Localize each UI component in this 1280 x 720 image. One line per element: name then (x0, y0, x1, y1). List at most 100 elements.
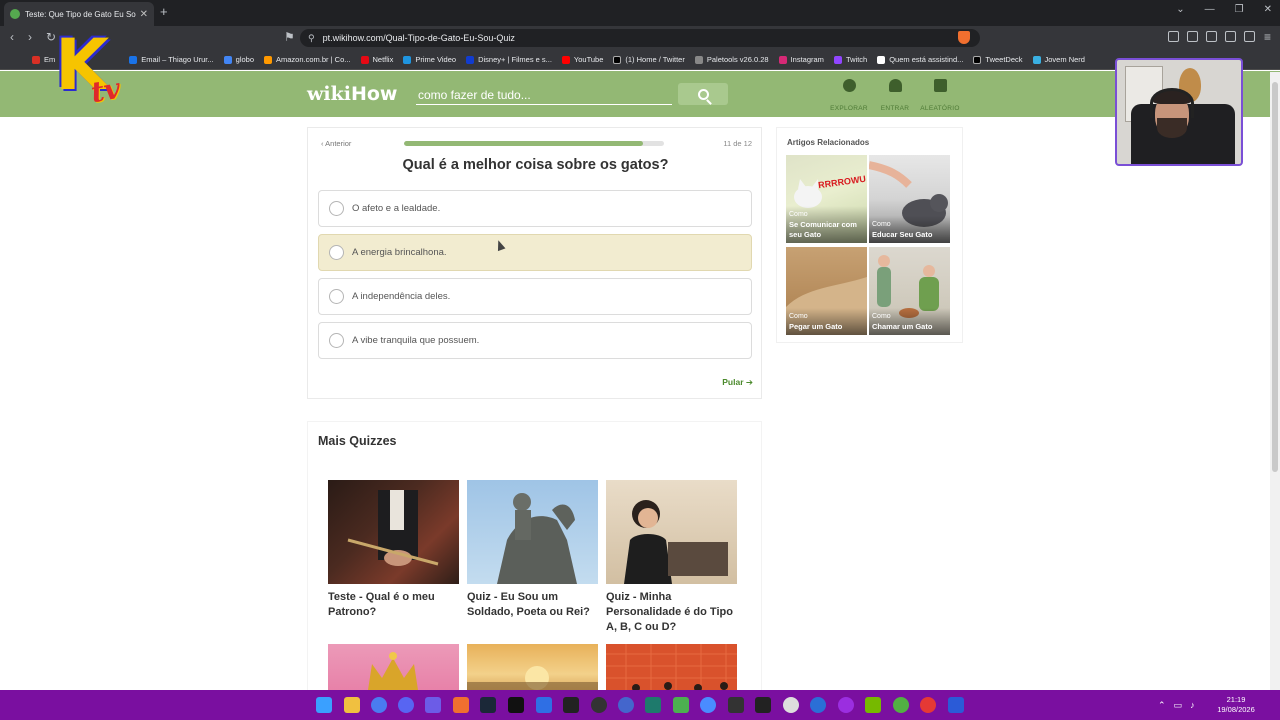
nvidia-icon[interactable] (865, 697, 881, 713)
app-icon[interactable] (810, 697, 826, 713)
vpn-icon[interactable] (1244, 31, 1255, 42)
taskbar-clock[interactable]: 21:19 19/08/2026 (1212, 695, 1260, 715)
scrollbar-thumb[interactable] (1272, 82, 1278, 472)
wikihow-logo[interactable]: wikiHow (307, 83, 397, 105)
app-icon[interactable] (728, 697, 744, 713)
bookmark-item[interactable]: Amazon.com.br | Co... (264, 55, 351, 64)
start-icon[interactable] (316, 697, 332, 713)
site-info-icon[interactable]: ⚲ (308, 33, 315, 44)
app-icon[interactable] (838, 697, 854, 713)
obs-icon[interactable] (591, 697, 607, 713)
nav-entrar[interactable]: ENTRAR (870, 79, 920, 115)
radio-button[interactable] (329, 245, 344, 260)
bookmark-icon[interactable]: ⚑ (284, 30, 295, 44)
quiz-card-link[interactable]: Quiz - Eu Sou um Soldado, Poeta ou Rei? (467, 480, 598, 620)
forward-icon[interactable]: › (28, 30, 32, 44)
new-tab-icon[interactable]: + (160, 4, 168, 19)
file-explorer-icon[interactable] (344, 697, 360, 713)
related-article-card[interactable]: Como Educar Seu Gato (869, 155, 950, 243)
quiz-option[interactable]: A energia brincalhona. (318, 234, 752, 271)
radio-button[interactable] (329, 333, 344, 348)
app-icon[interactable] (618, 697, 634, 713)
address-bar[interactable]: ⚲ pt.wikihow.com/Qual-Tipo-de-Gato-Eu-So… (300, 29, 980, 47)
app-icon[interactable] (920, 697, 936, 713)
search-button[interactable] (678, 83, 728, 105)
app-icon[interactable] (645, 697, 661, 713)
volume-icon[interactable]: ♪ (1190, 700, 1195, 711)
app-icon[interactable] (783, 697, 799, 713)
window-controls: ⌄ — ❐ ✕ (1176, 4, 1272, 15)
bookmark-item[interactable]: TweetDeck (973, 55, 1023, 64)
bookmark-item[interactable]: (1) Home / Twitter (613, 55, 685, 64)
quiz-card-title: Quiz - Minha Personalidade é do Tipo A, … (606, 591, 733, 633)
previous-link[interactable]: ‹ Anterior (321, 139, 351, 148)
quiz-thumbnail (328, 480, 459, 584)
app-icon[interactable] (673, 697, 689, 713)
quiz-option[interactable]: A independência deles. (318, 278, 752, 315)
sidebar-icon[interactable] (1187, 31, 1198, 42)
menu-icon[interactable]: ≡ (1264, 30, 1271, 44)
leo-icon[interactable] (1225, 31, 1236, 42)
quiz-option[interactable]: O afeto e a lealdade. (318, 190, 752, 227)
bookmarks-bar: Em Email – Thiago Urur... globo Amazon.c… (0, 50, 1280, 70)
page-scrollbar[interactable] (1270, 72, 1280, 690)
bookmark-item[interactable]: Quem está assistind... (877, 55, 963, 64)
bookmark-item[interactable]: globo (223, 55, 254, 64)
site-header: wikiHow como fazer de tudo... EXPLORAR E… (0, 71, 1280, 117)
brave-icon[interactable] (453, 697, 469, 713)
related-article-card[interactable]: Como Pegar um Gato (786, 247, 867, 335)
related-article-card[interactable]: Como Chamar um Gato (869, 247, 950, 335)
bookmark-item[interactable]: YouTube (561, 55, 603, 64)
webcam-overlay (1115, 58, 1243, 166)
skip-button[interactable]: Pular ➔ (708, 377, 753, 388)
app-icon[interactable] (755, 697, 771, 713)
app-icon[interactable] (948, 697, 964, 713)
radio-button[interactable] (329, 289, 344, 304)
nav-aleatorio[interactable]: ALEATÓRIO (915, 79, 965, 115)
close-window-icon[interactable]: ✕ (1264, 4, 1272, 15)
brave-shield-icon[interactable] (958, 31, 970, 44)
steam-icon[interactable] (480, 697, 496, 713)
bookmark-item[interactable]: Em (32, 55, 55, 64)
quiz-thumbnail (467, 480, 598, 584)
search-input[interactable]: como fazer de tudo... (416, 85, 672, 105)
dice-icon (933, 79, 947, 92)
app-icon[interactable] (425, 697, 441, 713)
app-icon[interactable] (371, 697, 387, 713)
nav-explorar[interactable]: EXPLORAR (824, 79, 874, 115)
quiz-card-link[interactable]: Teste - Qual é o meu Patrono? (328, 480, 459, 620)
bookmark-item[interactable]: Twitch (833, 55, 867, 64)
discord-icon[interactable] (398, 697, 414, 713)
app-icon[interactable] (700, 697, 716, 713)
quiz-option[interactable]: A vibe tranquila que possuem. (318, 322, 752, 359)
related-article-card[interactable]: RRRROWU Como Se Comunicar com seu Gato (786, 155, 867, 243)
epic-icon[interactable] (508, 697, 524, 713)
wikihow-favicon-icon (10, 9, 20, 19)
user-icon (888, 79, 902, 92)
extensions-icon[interactable] (1168, 31, 1179, 42)
back-icon[interactable]: ‹ (10, 30, 14, 44)
compass-icon (842, 79, 856, 92)
app-icon[interactable] (563, 697, 579, 713)
bookmark-item[interactable]: Email – Thiago Urur... (129, 55, 214, 64)
bookmark-item[interactable]: Paletools v26.0.28 (694, 55, 769, 64)
quiz-card-link[interactable]: Quiz - Minha Personalidade é do Tipo A, … (606, 480, 737, 635)
chevron-up-icon[interactable]: ⌃ (1158, 700, 1166, 711)
bookmark-item[interactable]: Prime Video (403, 55, 456, 64)
radio-button[interactable] (329, 201, 344, 216)
xbox-icon[interactable] (893, 697, 909, 713)
tab-search-icon[interactable]: ⌄ (1176, 4, 1184, 15)
minimize-icon[interactable]: — (1205, 4, 1215, 15)
url-text: pt.wikihow.com/Qual-Tipo-de-Gato-Eu-Sou-… (322, 33, 515, 43)
browser-tab[interactable]: Teste: Que Tipo de Gato Eu Sou? ✕ (4, 2, 154, 26)
bookmark-item[interactable]: Jovem Nerd (1032, 55, 1085, 64)
bookmark-item[interactable]: Instagram (778, 55, 824, 64)
network-icon[interactable]: ▭ (1174, 700, 1183, 711)
app-icon[interactable] (536, 697, 552, 713)
bookmark-item[interactable]: Netflix (360, 55, 393, 64)
close-tab-icon[interactable]: ✕ (140, 9, 148, 20)
quiz-progress-bar (404, 141, 664, 146)
restore-icon[interactable]: ❐ (1235, 4, 1244, 15)
wallet-icon[interactable] (1206, 31, 1217, 42)
bookmark-item[interactable]: Disney+ | Filmes e s... (466, 55, 552, 64)
